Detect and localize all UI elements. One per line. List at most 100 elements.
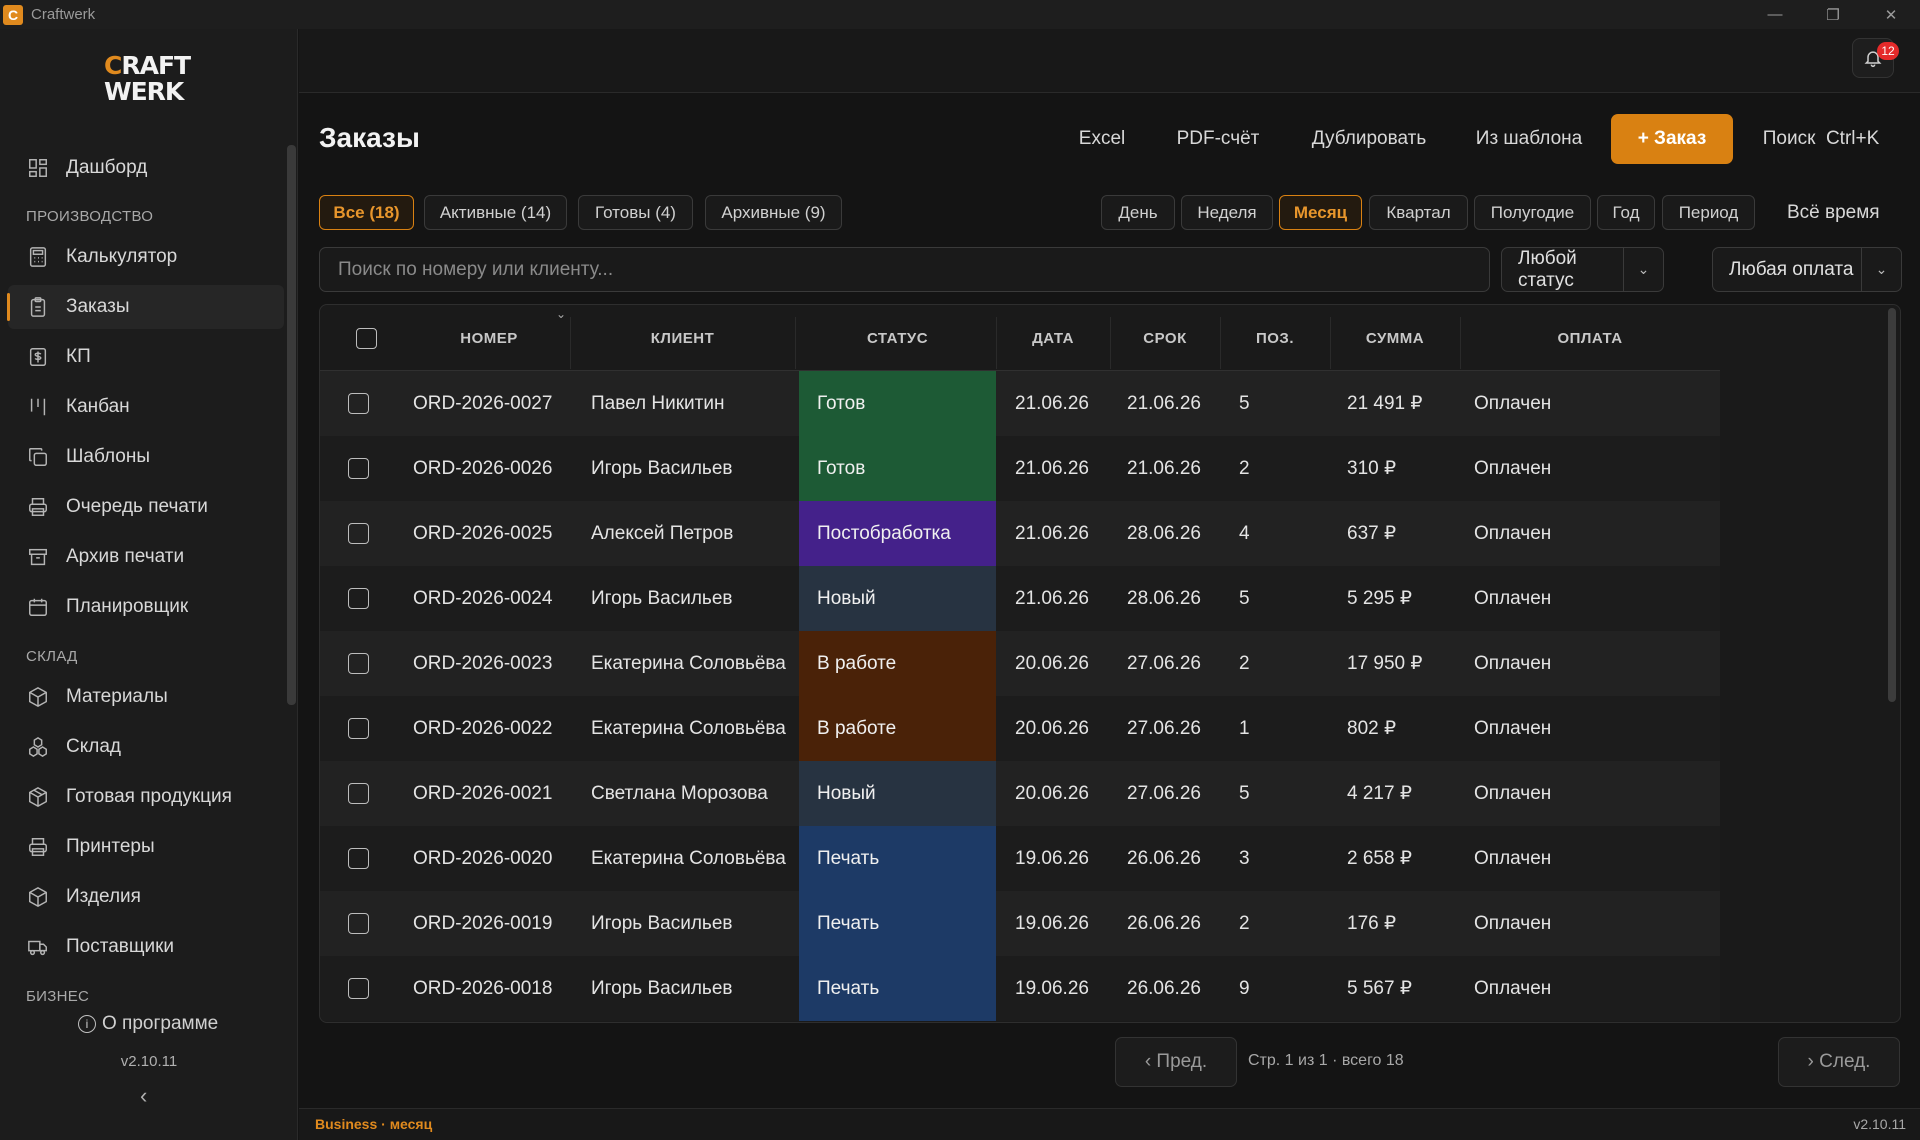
table-scrollbar[interactable] — [1888, 308, 1896, 702]
column-positions[interactable]: ПОЗ. — [1220, 305, 1330, 371]
new-order-button[interactable]: + Заказ — [1611, 114, 1733, 164]
cell-status[interactable]: Готов — [799, 371, 996, 436]
cell-status[interactable]: В работе — [799, 696, 996, 761]
table-row[interactable]: ORD-2026-0023 Екатерина Соловьёва 20.06.26… — [320, 631, 1720, 696]
cell-status[interactable]: Новый — [799, 761, 996, 826]
sidebar-item-kp[interactable]: КП — [8, 335, 284, 379]
column-status[interactable]: СТАТУС — [799, 305, 996, 371]
table-row[interactable]: ORD-2026-0024 Игорь Васильев 21.06.26 28.06… — [320, 566, 1720, 631]
from-template-button[interactable]: Из шаблона — [1472, 114, 1586, 164]
sidebar-item-orders[interactable]: Заказы — [7, 285, 284, 329]
collapse-sidebar-button[interactable]: ‹ — [140, 1083, 147, 1109]
sidebar-item-templates[interactable]: Шаблоны — [8, 435, 284, 479]
select-all-checkbox[interactable] — [344, 305, 388, 371]
export-excel-button[interactable]: Excel — [1070, 114, 1134, 164]
minimize-button[interactable]: — — [1746, 0, 1804, 29]
table-row[interactable]: ORD-2026-0021 Светлана Морозова 20.06.26 27… — [320, 761, 1720, 826]
cell-positions: 2 — [1239, 457, 1250, 479]
sidebar-item-warehouse[interactable]: Склад — [8, 725, 284, 769]
cell-status[interactable]: Постобработка — [799, 501, 996, 566]
cell-client: Екатерина Соловьёва — [591, 847, 786, 869]
cell-status[interactable]: Печать — [799, 891, 996, 956]
row-checkbox[interactable] — [348, 653, 369, 674]
checkbox[interactable] — [355, 327, 377, 349]
sidebar-item-print-archive[interactable]: Архив печати — [8, 535, 284, 579]
cell-status[interactable]: В работе — [799, 631, 996, 696]
sidebar-item-materials[interactable]: Материалы — [8, 675, 284, 719]
column-payment[interactable]: ОПЛАТА — [1460, 305, 1720, 371]
table-row[interactable]: ORD-2026-0022 Екатерина Соловьёва 20.06.26… — [320, 696, 1720, 761]
column-client[interactable]: КЛИЕНТ — [570, 305, 795, 371]
column-sum[interactable]: СУММА — [1330, 305, 1460, 371]
cell-status[interactable]: Новый — [799, 566, 996, 631]
cell-date: 21.06.26 — [1015, 457, 1089, 479]
search-shortcut-button[interactable]: Поиск Ctrl+K — [1758, 114, 1884, 164]
tab-archived[interactable]: Архивные (9) — [705, 195, 842, 230]
column-number[interactable]: НОМЕР — [413, 305, 565, 371]
table-row[interactable]: ORD-2026-0025 Алексей Петров 21.06.26 28.06… — [320, 501, 1720, 566]
about-link[interactable]: i О программе — [78, 1013, 218, 1035]
table-row[interactable]: ORD-2026-0018 Игорь Васильев 19.06.26 26.06… — [320, 956, 1720, 1021]
sidebar-item-products[interactable]: Изделия — [8, 875, 284, 919]
tab-active[interactable]: Активные (14) — [424, 195, 567, 230]
sidebar-item-calculator[interactable]: Калькулятор — [8, 235, 284, 279]
row-checkbox[interactable] — [348, 523, 369, 544]
close-button[interactable]: ✕ — [1862, 0, 1920, 29]
cell-date: 20.06.26 — [1015, 717, 1089, 739]
sidebar-item-suppliers[interactable]: Поставщики — [8, 925, 284, 969]
row-checkbox[interactable] — [348, 718, 369, 739]
period-all-time[interactable]: Всё время — [1787, 195, 1880, 230]
period-week[interactable]: Неделя — [1181, 195, 1273, 230]
cell-number: ORD-2026-0023 — [413, 652, 553, 674]
sidebar-item-label: Канбан — [66, 396, 130, 417]
row-checkbox[interactable] — [348, 913, 369, 934]
prev-page-button[interactable]: ‹ Пред. — [1115, 1037, 1237, 1087]
cell-status[interactable]: Печать — [799, 826, 996, 891]
row-checkbox[interactable] — [348, 393, 369, 414]
cell-client: Павел Никитин — [591, 392, 725, 414]
sidebar-item-kanban[interactable]: Канбан — [8, 385, 284, 429]
table-row[interactable]: ORD-2026-0027 Павел Никитин 21.06.26 21.06.… — [320, 371, 1720, 436]
period-quarter[interactable]: Квартал — [1369, 195, 1468, 230]
search-input[interactable]: Поиск по номеру или клиенту... — [319, 247, 1490, 292]
payment-select[interactable]: Любая оплата ⌄ — [1712, 247, 1902, 292]
table-row[interactable]: ORD-2026-0026 Игорь Васильев 21.06.26 21.06… — [320, 436, 1720, 501]
sidebar-item-label: Архив печати — [66, 546, 185, 567]
dollar-doc-icon — [26, 345, 50, 369]
cell-client: Игорь Васильев — [591, 457, 733, 479]
column-date[interactable]: ДАТА — [996, 305, 1110, 371]
cell-status[interactable]: Готов — [799, 436, 996, 501]
period-day[interactable]: День — [1101, 195, 1175, 230]
cell-status[interactable]: Печать — [799, 956, 996, 1021]
duplicate-button[interactable]: Дублировать — [1306, 114, 1432, 164]
cell-client: Алексей Петров — [591, 522, 734, 544]
tab-ready[interactable]: Готовы (4) — [578, 195, 693, 230]
sidebar-item-planner[interactable]: Планировщик — [8, 585, 284, 629]
period-month[interactable]: Месяц — [1279, 195, 1362, 230]
row-checkbox[interactable] — [348, 588, 369, 609]
sidebar-item-finished-goods[interactable]: Готовая продукция — [8, 775, 284, 819]
maximize-button[interactable]: ❐ — [1804, 0, 1862, 29]
table-row[interactable]: ORD-2026-0019 Игорь Васильев 19.06.26 26.06… — [320, 891, 1720, 956]
row-checkbox[interactable] — [348, 978, 369, 999]
table-row[interactable]: ORD-2026-0020 Екатерина Соловьёва 19.06.26… — [320, 826, 1720, 891]
period-custom[interactable]: Период — [1662, 195, 1755, 230]
cell-sum: 21 491 ₽ — [1347, 393, 1423, 414]
tab-all[interactable]: Все (18) — [319, 195, 414, 230]
cell-payment: Оплачен — [1474, 977, 1552, 999]
sidebar-scrollbar[interactable] — [287, 145, 296, 705]
sidebar-item-printers[interactable]: Принтеры — [8, 825, 284, 869]
row-checkbox[interactable] — [348, 848, 369, 869]
next-page-button[interactable]: › След. — [1778, 1037, 1900, 1087]
sidebar-item-dashboard[interactable]: Дашборд — [8, 146, 284, 190]
sidebar-item-print-queue[interactable]: Очередь печати — [8, 485, 284, 529]
pdf-invoice-button[interactable]: PDF-счёт — [1170, 114, 1266, 164]
period-year[interactable]: Год — [1597, 195, 1655, 230]
row-checkbox[interactable] — [348, 783, 369, 804]
status-select[interactable]: Любой статус ⌄ — [1501, 247, 1664, 292]
cell-sum: 5 295 ₽ — [1347, 588, 1412, 609]
cell-date: 20.06.26 — [1015, 652, 1089, 674]
column-due[interactable]: СРОК — [1110, 305, 1220, 371]
period-half-year[interactable]: Полугодие — [1474, 195, 1591, 230]
row-checkbox[interactable] — [348, 458, 369, 479]
